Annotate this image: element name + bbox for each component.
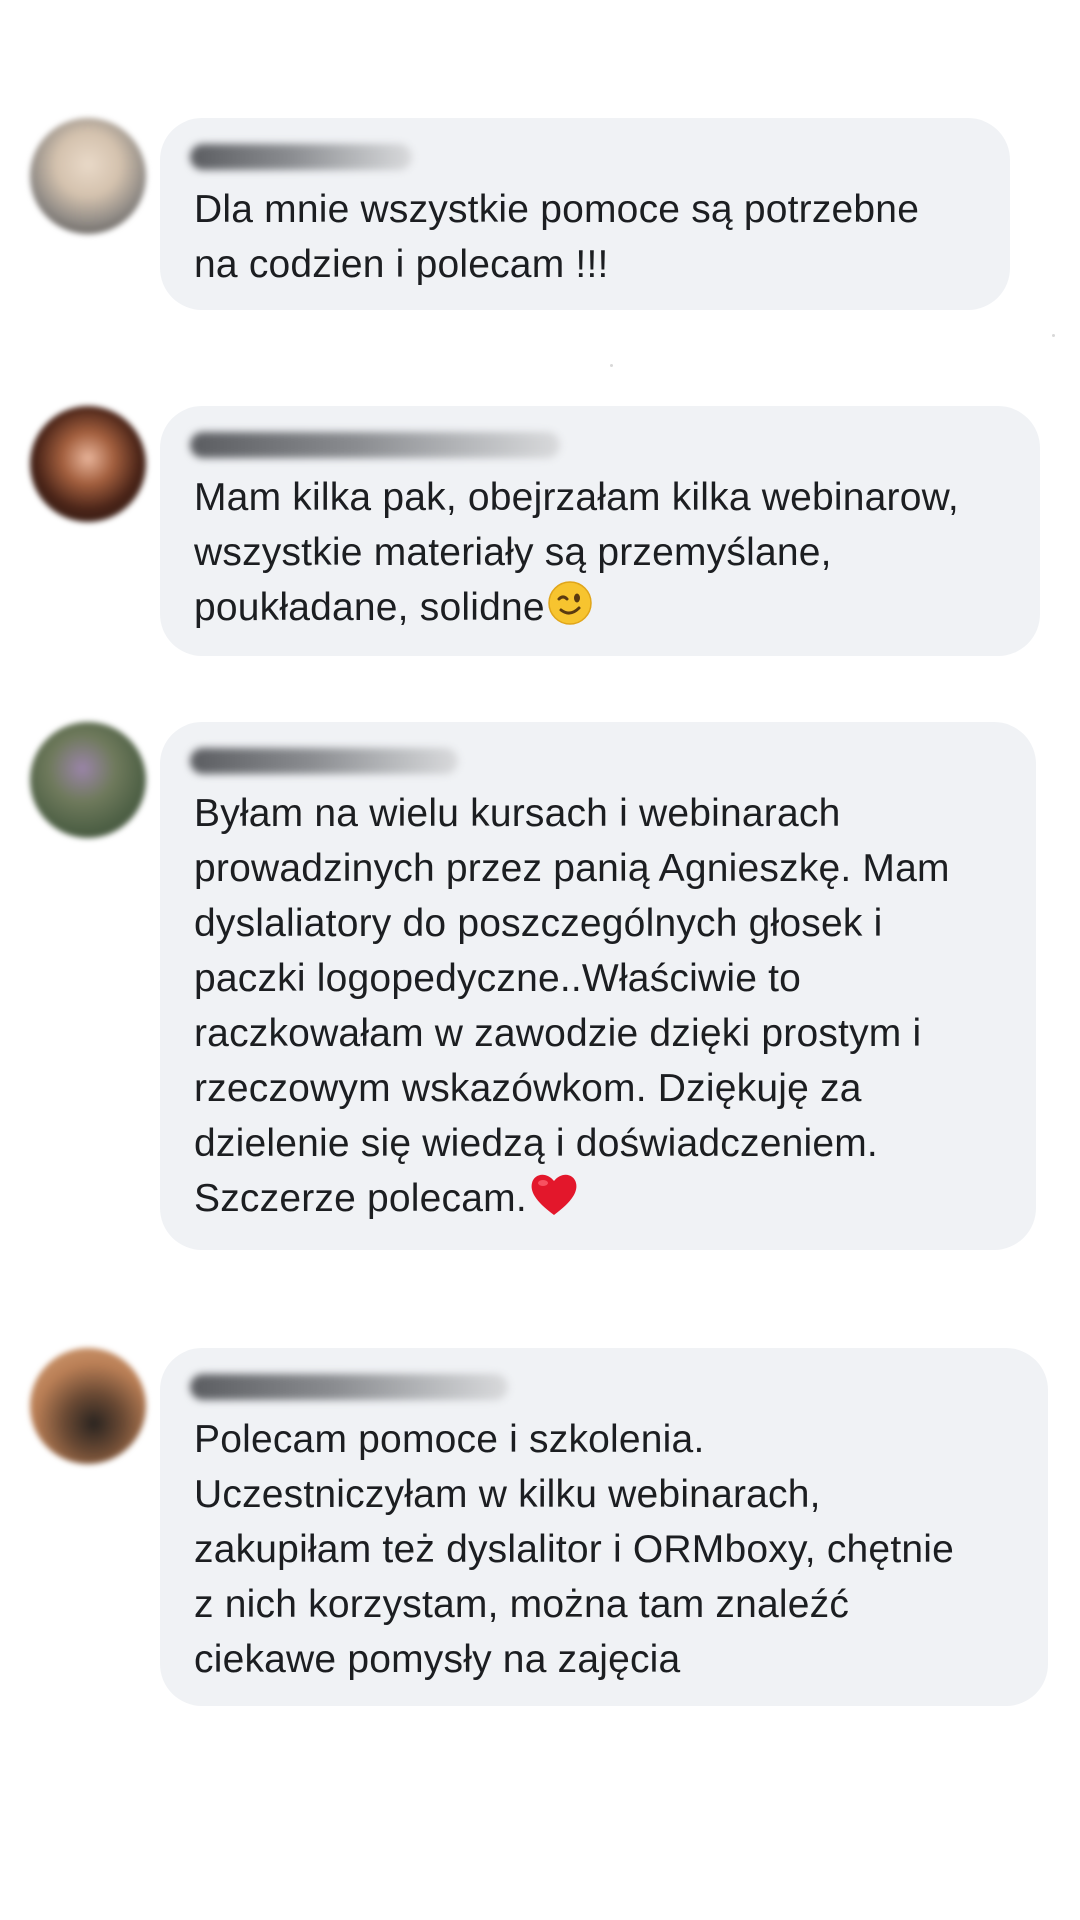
commenter-name-blurred[interactable] [190, 748, 458, 774]
background-speck [1052, 334, 1055, 337]
comment-text: Mam kilka pak, obejrzałam kilka webinaro… [194, 470, 1008, 635]
comment-text: Polecam pomoce i szkolenia. Uczestniczył… [194, 1418, 954, 1681]
commenter-name-blurred[interactable] [190, 432, 560, 458]
winking-face-emoji-icon [547, 580, 593, 626]
avatar[interactable] [30, 1348, 146, 1464]
comment-bubble: Dla mnie wszystkie pomoce są potrzebne n… [160, 118, 1010, 310]
avatar[interactable] [30, 118, 146, 234]
comment-bubble: Mam kilka pak, obejrzałam kilka webinaro… [160, 406, 1040, 656]
background-speck [610, 364, 613, 367]
red-heart-emoji-icon [529, 1171, 579, 1217]
comment-bubble: Polecam pomoce i szkolenia. Uczestniczył… [160, 1348, 1048, 1706]
comment-bubble: Byłam na wielu kursach i webinarach prow… [160, 722, 1036, 1250]
commenter-name-blurred[interactable] [190, 1374, 508, 1400]
commenter-name-blurred[interactable] [190, 144, 412, 170]
comment-text: Byłam na wielu kursach i webinarach prow… [194, 786, 1004, 1226]
avatar[interactable] [30, 406, 146, 522]
avatar[interactable] [30, 722, 146, 838]
comment-text: Dla mnie wszystkie pomoce są potrzebne n… [194, 188, 920, 286]
comment-text-content: Byłam na wielu kursach i webinarach prow… [194, 792, 950, 1220]
